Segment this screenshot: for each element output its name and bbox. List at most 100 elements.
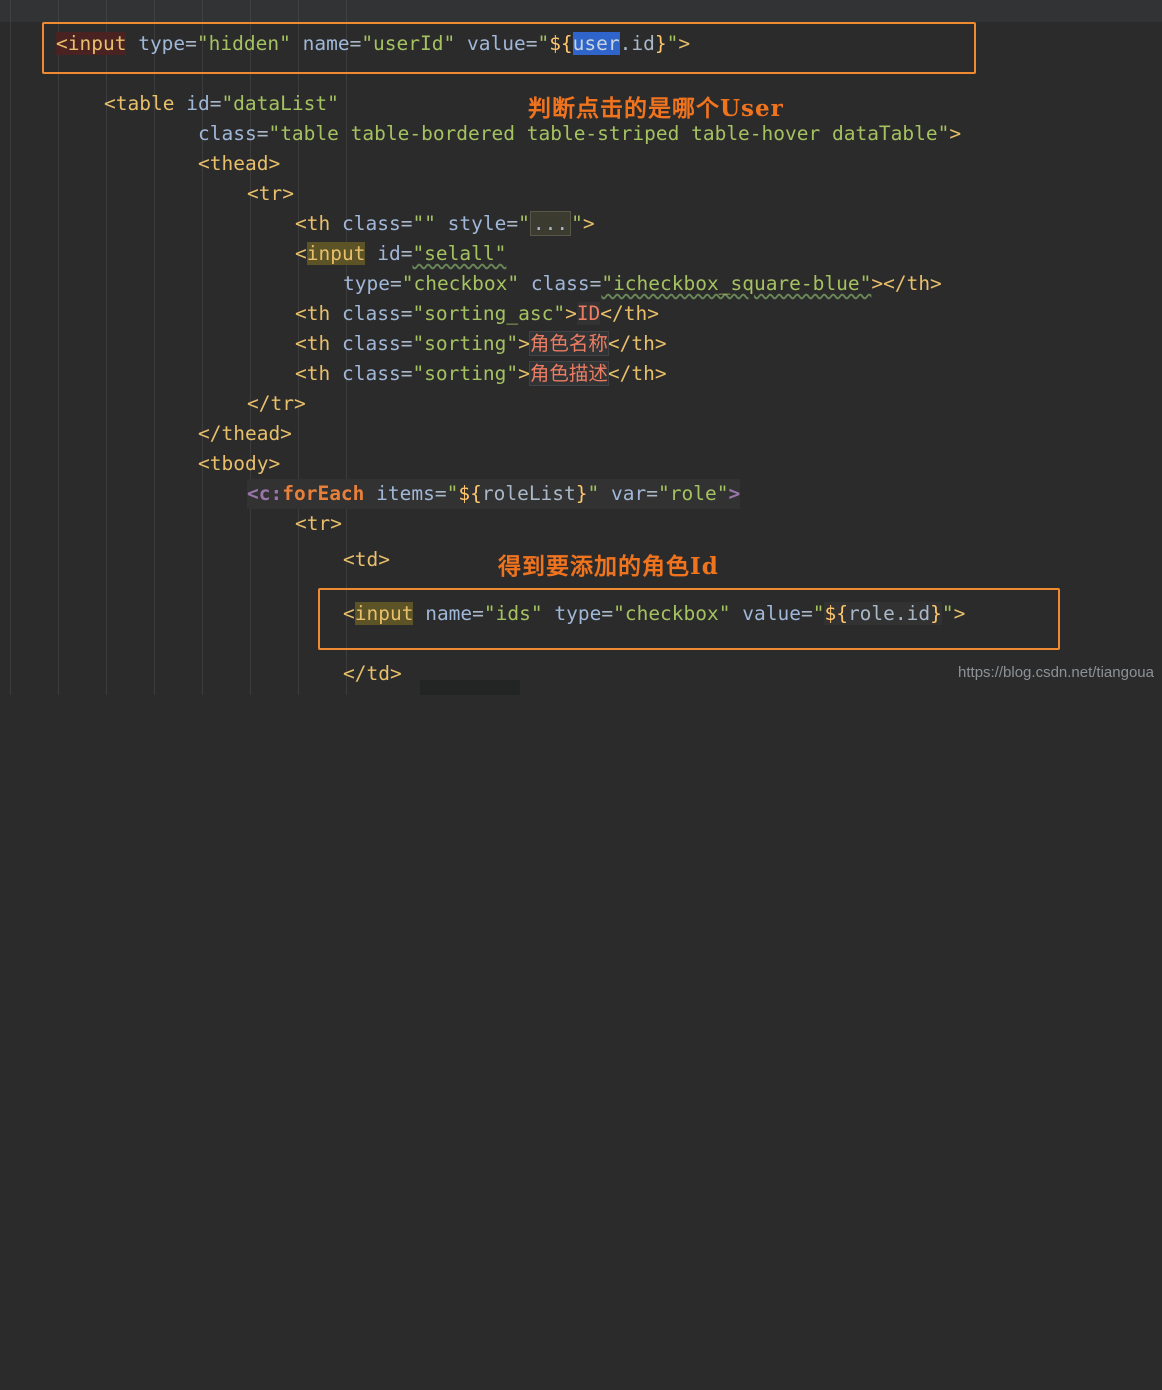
code-line-thead-close[interactable]: </thead> <box>198 419 292 449</box>
token-equals: = <box>589 272 602 295</box>
token-tag-tbody: <tbody> <box>198 452 281 475</box>
code-editor[interactable]: <input type="hidden" name="userId" value… <box>0 0 1162 695</box>
token-el-roleid: role.id <box>847 602 931 625</box>
token-tag-close: ></th> <box>871 272 942 295</box>
token-attr-class: class <box>341 302 401 325</box>
code-line-input-selall-type[interactable]: type="checkbox" class="icheckbox_square-… <box>343 269 942 299</box>
code-line-tbody-open[interactable]: <tbody> <box>198 449 280 479</box>
token-attr-items: items <box>376 482 435 505</box>
token-equals: = <box>400 332 413 355</box>
token-tag-close: > <box>678 32 691 55</box>
token-el-close: } <box>930 602 942 625</box>
token-tag-input: input <box>354 602 414 625</box>
token-attr-type: type <box>138 32 186 55</box>
token-value-checkbox: "checkbox" <box>401 272 520 295</box>
token-tag-th: <th <box>295 332 331 355</box>
code-line-th-rolename[interactable]: <th class="sorting">角色名称</th> <box>295 329 667 359</box>
token-tag-th-close: </th> <box>607 362 667 385</box>
token-tag-thead: <thead> <box>198 152 281 175</box>
token-value-empty: "" <box>412 212 436 235</box>
token-attr-id: id <box>186 92 210 115</box>
token-equals: = <box>434 482 447 505</box>
token-quote: " <box>666 32 679 55</box>
code-line-input-userid[interactable]: <input type="hidden" name="userId" value… <box>56 29 690 59</box>
token-attr-style: style <box>447 212 507 235</box>
token-tag-input: input <box>306 242 366 265</box>
token-taglib-foreach: forEach <box>282 482 365 505</box>
token-equals: = <box>525 32 538 55</box>
token-el-id: .id <box>619 32 655 55</box>
token-tag-close: > <box>949 122 962 145</box>
token-value-hidden: "hidden" <box>196 32 291 55</box>
code-line-tr-close-head[interactable]: </tr> <box>247 389 306 419</box>
annotation-note-role-id: 得到要添加的角色Id <box>498 553 719 580</box>
token-attr-class: class <box>341 212 401 235</box>
code-line-input-selall[interactable]: <input id="selall" <box>295 239 506 269</box>
token-quote: " <box>941 602 954 625</box>
token-quote: " <box>518 212 530 235</box>
token-attr-value: value <box>466 32 526 55</box>
token-equals: = <box>800 602 813 625</box>
watermark-url: https://blog.csdn.net/tiangoua <box>958 664 1154 681</box>
token-tag-tr-close: </tr> <box>247 392 306 415</box>
token-value-datalist: "dataList" <box>221 92 339 115</box>
token-value-role: "role" <box>658 482 729 505</box>
token-tag-th-close: </th> <box>607 332 667 355</box>
code-line-tr-open-body[interactable]: <tr> <box>295 509 342 539</box>
token-tag-th: <th <box>295 212 331 235</box>
code-line-th-id[interactable]: <th class="sorting_asc">ID</th> <box>295 299 659 329</box>
code-line-tr-open-head[interactable]: <tr> <box>247 179 294 209</box>
token-tag-close: > <box>953 602 966 625</box>
token-attr-type: type <box>343 272 390 295</box>
token-tag-close: > <box>728 482 741 505</box>
code-line-table-class[interactable]: class="table table-bordered table-stripe… <box>198 119 961 149</box>
token-tag-td: <td> <box>343 548 390 571</box>
token-tag-td-close: </td> <box>343 662 402 685</box>
token-tag-tr: <tr> <box>247 182 294 205</box>
token-tag-bracket: < <box>343 602 355 625</box>
token-quote: " <box>587 482 600 505</box>
code-line-table-open[interactable]: <table id="dataList" <box>104 89 339 119</box>
code-line-td-open[interactable]: <td> <box>343 545 390 575</box>
token-equals: = <box>400 212 413 235</box>
code-line-th-checkbox[interactable]: <th class="" style="... "> <box>295 209 595 239</box>
token-quote: " <box>571 212 583 235</box>
token-equals: = <box>400 362 413 385</box>
token-value-sorting-asc: "sorting_asc" <box>412 302 566 325</box>
token-value-selall: "selall" <box>412 242 507 265</box>
token-attr-type: type <box>554 602 602 625</box>
code-line-td-close[interactable]: </td> <box>343 659 402 689</box>
token-quote: " <box>446 482 459 505</box>
annotation-note-user: 判断点击的是哪个User <box>528 95 784 122</box>
token-value-sorting: "sorting" <box>412 332 519 355</box>
token-tag-bracket: < <box>295 242 307 265</box>
token-equals: = <box>389 272 402 295</box>
token-value-checkbox: "checkbox" <box>613 602 731 625</box>
token-quote: " <box>812 602 825 625</box>
token-el-open: ${ <box>824 602 848 625</box>
token-tag-close: > <box>518 362 530 385</box>
code-line-th-roledesc[interactable]: <th class="sorting">角色描述</th> <box>295 359 667 389</box>
token-equals: = <box>646 482 659 505</box>
token-value-sorting: "sorting" <box>412 362 519 385</box>
token-equals: = <box>400 242 413 265</box>
token-tag-th: <th <box>295 362 331 385</box>
code-line-foreach[interactable]: <c:forEach items="${roleList}" var="role… <box>247 479 741 509</box>
folded-region-ellipsis[interactable]: ... <box>529 211 572 236</box>
code-line-input-ids[interactable]: <input name="ids" type="checkbox" value=… <box>343 599 965 629</box>
token-attr-class: class <box>198 122 257 145</box>
token-selection-user[interactable]: user <box>572 32 620 55</box>
token-value-table-classes: "table table-bordered table-striped tabl… <box>268 122 950 145</box>
token-attr-id: id <box>377 242 401 265</box>
token-attr-value: value <box>742 602 801 625</box>
code-line-thead-open[interactable]: <thead> <box>198 149 280 179</box>
token-value-icheckbox: "icheckbox_square-blue" <box>601 272 872 295</box>
token-attr-class: class <box>530 272 590 295</box>
